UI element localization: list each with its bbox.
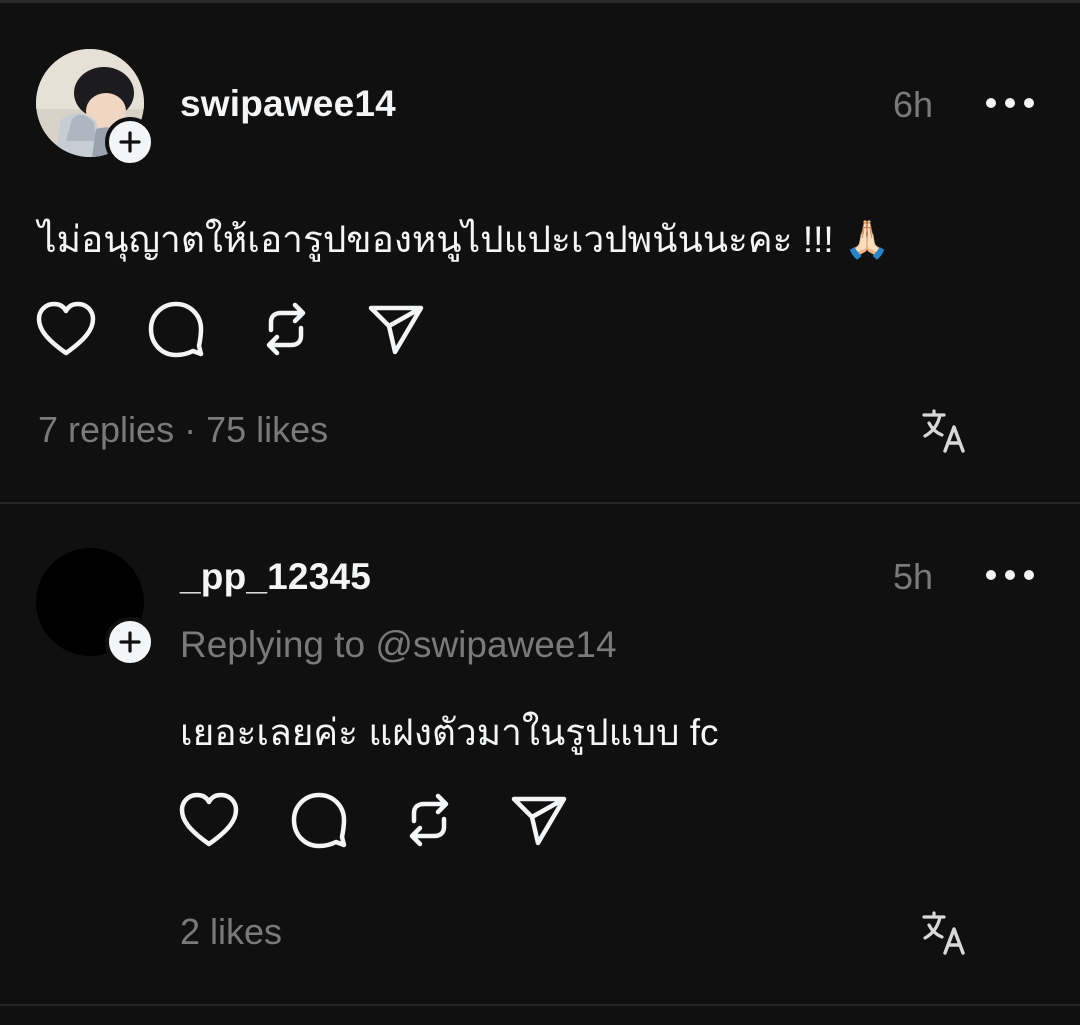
replying-to-label[interactable]: Replying to @swipawee14 xyxy=(180,624,617,666)
more-dot xyxy=(1024,98,1034,108)
translate-icon[interactable] xyxy=(920,909,968,957)
post-time: 5h xyxy=(893,556,934,597)
thread-post: swipawee14 6h ไม่อนุญาตให้เอารูปของหนูไป… xyxy=(0,3,1080,503)
more-horizontal-icon xyxy=(986,570,996,580)
post-divider xyxy=(0,1004,1080,1006)
heart-icon xyxy=(36,301,96,356)
more-options-button[interactable] xyxy=(986,97,1034,109)
share-button[interactable] xyxy=(509,790,569,850)
repost-icon xyxy=(266,302,306,356)
repost-button[interactable] xyxy=(256,299,316,359)
share-button[interactable] xyxy=(366,299,426,359)
comment-bubble-icon xyxy=(148,301,204,358)
action-bar xyxy=(36,297,476,361)
username[interactable]: _pp_12345 xyxy=(180,556,371,598)
reply-button[interactable] xyxy=(146,299,206,359)
action-bar xyxy=(179,788,619,852)
send-icon xyxy=(368,305,424,355)
thread-reply: _pp_12345 5h Replying to @swipawee14 เยอ… xyxy=(0,504,1080,1004)
more-horizontal-icon xyxy=(986,98,996,108)
heart-icon xyxy=(179,792,239,847)
username[interactable]: swipawee14 xyxy=(180,83,396,125)
repost-button[interactable] xyxy=(399,790,459,850)
post-time: 6h xyxy=(893,84,934,125)
more-options-button[interactable] xyxy=(986,569,1034,581)
reply-button[interactable] xyxy=(289,790,349,850)
plus-icon xyxy=(119,131,141,153)
send-icon xyxy=(511,796,567,846)
post-text: ไม่อนุญาตให้เอารูปของหนูไปแปะเวปพนันนะคะ… xyxy=(38,219,891,260)
repost-icon xyxy=(409,793,449,847)
post-stats[interactable]: 7 replies · 75 likes xyxy=(38,409,328,451)
post-stats[interactable]: 2 likes xyxy=(180,911,282,953)
translate-icon[interactable] xyxy=(920,407,968,455)
follow-button[interactable] xyxy=(105,117,155,167)
more-dot xyxy=(1005,570,1015,580)
like-button[interactable] xyxy=(179,790,239,850)
more-dot xyxy=(1024,570,1034,580)
follow-button[interactable] xyxy=(105,617,155,667)
post-text: เยอะเลยค่ะ แฝงตัวมาในรูปแบบ fc xyxy=(180,712,719,753)
comment-bubble-icon xyxy=(291,792,347,849)
plus-icon xyxy=(119,631,141,653)
like-button[interactable] xyxy=(36,299,96,359)
more-dot xyxy=(1005,98,1015,108)
